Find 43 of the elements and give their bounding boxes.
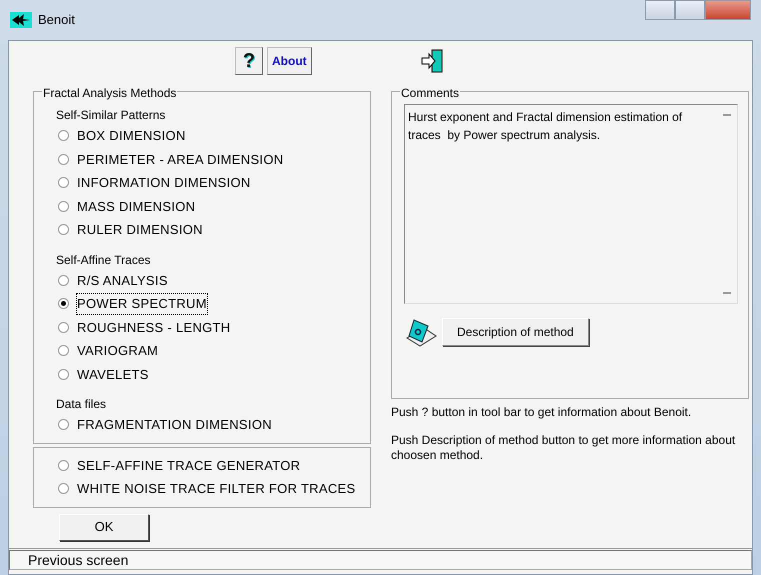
ok-button[interactable]: OK <box>59 514 149 540</box>
option-label[interactable]: VARIOGRAM <box>77 341 158 360</box>
option-label[interactable]: INFORMATION DIMENSION <box>77 173 251 192</box>
radio-button[interactable] <box>58 154 69 165</box>
window-title: Benoit <box>38 11 75 30</box>
radio-button[interactable] <box>58 419 69 430</box>
section-heading: Self-Similar Patterns <box>55 107 166 124</box>
radio-button[interactable] <box>58 224 69 236</box>
option-label[interactable]: MASS DIMENSION <box>77 196 196 216</box>
radio-button[interactable] <box>58 345 69 356</box>
maximize-button[interactable] <box>675 0 705 20</box>
option-label[interactable]: R/S ANALYSIS <box>77 270 168 290</box>
section-heading: Data files <box>55 396 108 413</box>
about-button[interactable]: About <box>267 47 312 75</box>
radio-button[interactable] <box>58 483 69 494</box>
app-icon <box>10 12 32 28</box>
comments-field[interactable]: Hurst exponent and Fractal dimension estimation of traces by Power spectrum analysis. <box>404 104 738 304</box>
close-button[interactable] <box>705 0 751 20</box>
minimize-button[interactable] <box>645 0 675 20</box>
comments-text: Hurst exponent and Fractal dimension estimation of traces by Power spectrum analysis. <box>407 109 684 144</box>
option-label[interactable]: WHITE NOISE TRACE FILTER FOR TRACES <box>77 479 356 498</box>
radio-button[interactable] <box>58 322 69 333</box>
radio-button[interactable] <box>58 298 69 310</box>
radio-button[interactable] <box>58 274 69 286</box>
radio-button[interactable] <box>58 130 69 142</box>
option-label[interactable]: SELF-AFFINE TRACE GENERATOR <box>77 456 300 475</box>
option-label[interactable]: PERIMETER - AREA DIMENSION <box>77 150 284 169</box>
hint-text: Push Description of method button to get more information about choosen method. <box>391 433 736 462</box>
option-label[interactable]: POWER SPECTRUM <box>77 294 207 314</box>
description-button[interactable]: Description of method <box>442 318 589 346</box>
option-label[interactable]: BOX DIMENSION <box>77 126 186 146</box>
option-label[interactable]: ROUGHNESS - LENGTH <box>77 318 230 337</box>
section-heading: Self-Affine Traces <box>55 252 152 268</box>
radio-button[interactable] <box>58 368 69 380</box>
radio-button[interactable] <box>58 200 69 212</box>
radio-button[interactable] <box>58 460 69 471</box>
help-button[interactable]: ? <box>235 47 263 75</box>
option-label[interactable]: FRAGMENTATION DIMENSION <box>77 415 272 434</box>
radio-button[interactable] <box>58 177 69 188</box>
option-label[interactable]: RULER DIMENSION <box>77 220 203 240</box>
option-label[interactable]: WAVELETS <box>77 364 149 384</box>
hint-text: Push ? button in tool bar to get information about Benoit. <box>391 405 692 420</box>
status-bar: Previous screen <box>9 550 752 570</box>
